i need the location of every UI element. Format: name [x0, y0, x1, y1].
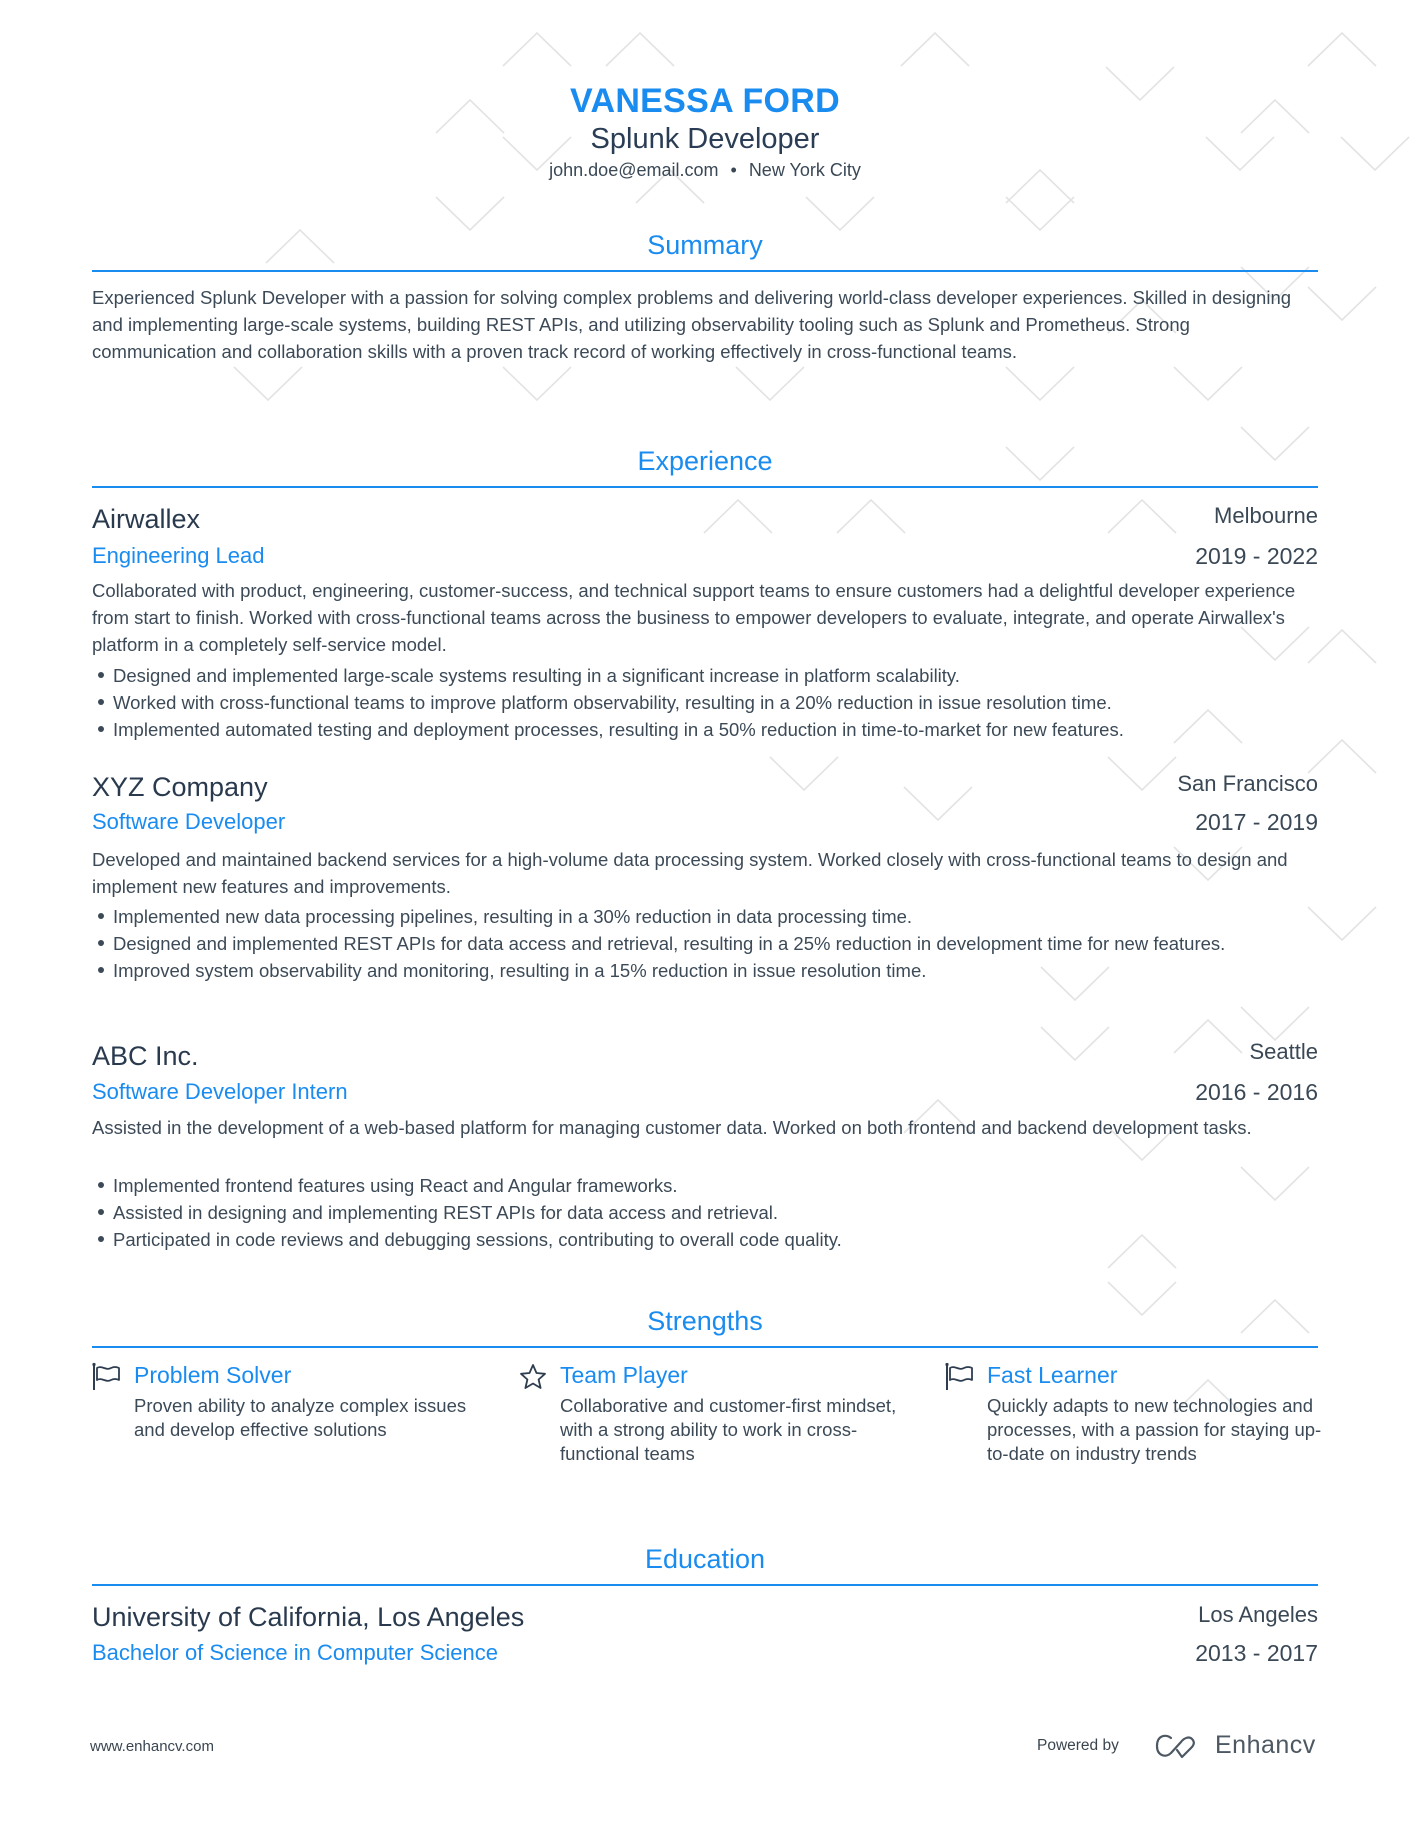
- job-bullet: Worked with cross-functional teams to im…: [96, 689, 1318, 716]
- flag-icon: [92, 1362, 120, 1390]
- footer-powered-by: Powered by: [1037, 1737, 1119, 1754]
- footer-website-link[interactable]: www.enhancv.com: [90, 1738, 214, 1755]
- contact-line: john.doe@email.com • New York City: [92, 158, 1318, 182]
- section-divider: [92, 486, 1318, 488]
- section-heading-strengths: Strengths: [647, 1306, 763, 1336]
- strength-title: Team Player: [560, 1362, 688, 1388]
- job-bullets: Designed and implemented large-scale sys…: [96, 662, 1318, 743]
- job-location: Seattle: [1249, 1039, 1319, 1064]
- section-divider: [92, 1346, 1318, 1348]
- job-bullet: Designed and implemented large-scale sys…: [96, 662, 1318, 689]
- job-role: Engineering Lead: [92, 543, 265, 568]
- strength-title: Problem Solver: [134, 1362, 292, 1388]
- section-divider: [92, 270, 1318, 272]
- job-bullet: Designed and implemented REST APIs for d…: [96, 930, 1318, 957]
- resume-page: VANESSA FORD Splunk Developer john.doe@e…: [0, 0, 1410, 1826]
- candidate-name: VANESSA FORD: [570, 82, 840, 120]
- school-name: University of California, Los Angeles: [92, 1602, 525, 1632]
- company-name: XYZ Company: [92, 772, 268, 802]
- company-name: Airwallex: [92, 504, 201, 534]
- job-location: Melbourne: [1214, 503, 1318, 528]
- education-dates: 2013 - 2017: [1195, 1640, 1318, 1666]
- job-role: Software Developer Intern: [92, 1079, 348, 1104]
- job-bullet: Implemented new data processing pipeline…: [96, 903, 1318, 930]
- section-divider: [92, 1584, 1318, 1586]
- job-bullets: Implemented frontend features using Reac…: [96, 1172, 1318, 1253]
- job-description: Collaborated with product, engineering, …: [92, 580, 1296, 655]
- footer-brand-name: Enhancv: [1215, 1731, 1316, 1759]
- job-bullet: Improved system observability and monito…: [96, 957, 1318, 984]
- job-dates: 2016 - 2016: [1195, 1079, 1318, 1105]
- enhancv-logo-icon: [1155, 1734, 1195, 1759]
- degree: Bachelor of Science in Computer Science: [92, 1640, 498, 1665]
- job-bullet: Implemented automated testing and deploy…: [96, 716, 1318, 743]
- section-heading-education: Education: [644, 1544, 766, 1574]
- candidate-title: Splunk Developer: [590, 123, 820, 155]
- job-location: San Francisco: [1177, 771, 1318, 796]
- section-heading-summary: Summary: [647, 230, 763, 260]
- job-dates: 2019 - 2022: [1195, 543, 1318, 569]
- summary-text: Experienced Splunk Developer with a pass…: [92, 287, 1292, 362]
- strength-title: Fast Learner: [987, 1362, 1118, 1388]
- job-description: Assisted in the development of a web-bas…: [92, 1117, 1252, 1138]
- strength-description: Collaborative and customer-first mindset…: [560, 1395, 897, 1464]
- contact-separator: •: [730, 160, 737, 180]
- flag-icon: [945, 1362, 973, 1390]
- job-bullets: Implemented new data processing pipeline…: [96, 903, 1318, 984]
- contact-email[interactable]: john.doe@email.com: [549, 160, 718, 180]
- star-icon: [520, 1364, 546, 1389]
- job-bullet: Assisted in designing and implementing R…: [96, 1199, 1318, 1226]
- contact-location: New York City: [748, 160, 861, 180]
- job-role: Software Developer: [92, 809, 286, 834]
- section-heading-experience: Experience: [637, 446, 773, 476]
- job-dates: 2017 - 2019: [1195, 809, 1318, 835]
- school-location: Los Angeles: [1198, 1602, 1318, 1627]
- job-bullet: Implemented frontend features using Reac…: [96, 1172, 1318, 1199]
- strength-description: Proven ability to analyze complex issues…: [134, 1395, 467, 1440]
- job-description: Developed and maintained backend service…: [92, 849, 1288, 897]
- company-name: ABC Inc.: [92, 1041, 199, 1071]
- job-bullet: Participated in code reviews and debuggi…: [96, 1226, 1318, 1253]
- strength-description: Quickly adapts to new technologies and p…: [987, 1395, 1322, 1464]
